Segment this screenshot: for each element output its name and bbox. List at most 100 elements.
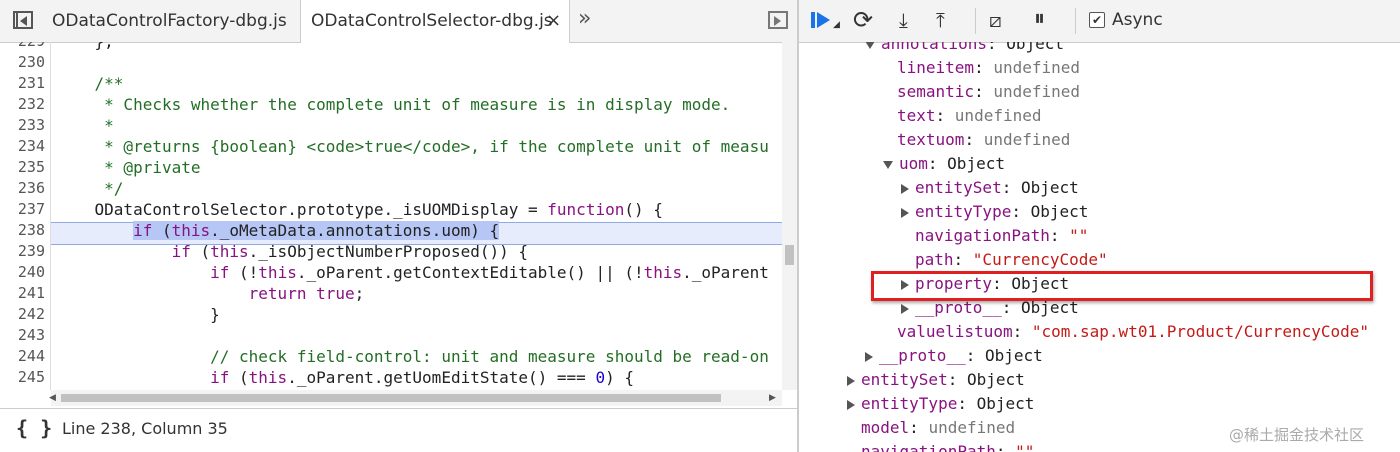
property-key: annotations (881, 42, 987, 53)
line-number[interactable]: 237 (0, 200, 45, 218)
scope-tree: annotations: Object lineitem: undefined se… (799, 42, 1400, 452)
expanded-arrow-icon[interactable] (883, 160, 893, 169)
property-key: lineitem (897, 58, 975, 77)
cursor-position: Line 238, Column 35 (62, 419, 228, 438)
scope-row-textuom: textuom: undefined (897, 130, 1071, 149)
line-number[interactable]: 239 (0, 242, 45, 260)
highlight-annotation (871, 271, 1373, 301)
scroll-right-icon[interactable]: ▶ (769, 393, 776, 403)
property-value: Object (984, 346, 1043, 365)
toolbar-separator (975, 8, 976, 34)
code-line: if (!this._oParent.getContextEditable() … (210, 263, 769, 282)
property-value: "CurrencyCode" (972, 250, 1108, 269)
collapsed-arrow-icon[interactable] (865, 351, 873, 362)
editor-tab-bar: ODataControlFactory-dbg.js ODataControlS… (0, 0, 797, 43)
line-number[interactable]: 242 (0, 305, 45, 323)
async-label: Async (1112, 10, 1163, 30)
line-number[interactable]: 236 (0, 179, 45, 197)
scope-row-annotations[interactable]: annotations: Object (865, 42, 1064, 53)
source-editor: ODataControlFactory-dbg.js ODataControlS… (0, 0, 797, 452)
property-value: Object (1020, 178, 1079, 197)
line-number[interactable]: 243 (0, 326, 45, 344)
collapsed-arrow-icon[interactable] (847, 399, 855, 410)
tab-odatacontrolselector[interactable]: ODataControlSelector-dbg.js × (300, 0, 570, 43)
line-number[interactable]: 232 (0, 95, 45, 113)
property-value: Object (966, 370, 1025, 389)
async-checkbox[interactable]: ✔ (1089, 12, 1105, 28)
property-value: Object (1030, 202, 1089, 221)
toggle-debugger-icon[interactable] (768, 11, 788, 29)
code-area[interactable]: 229 }; 230 231 /** 232 * Checks whether the… (0, 42, 797, 390)
scope-row-valuelistuom: valuelistuom: "com.sap.wt01.Product/Curr… (897, 322, 1370, 341)
line-number[interactable]: 234 (0, 137, 45, 155)
line-number[interactable]: 229 (0, 42, 45, 50)
property-value: undefined (993, 82, 1081, 101)
toggle-navigator-icon[interactable] (13, 11, 33, 29)
code-line: ODataControlSelector.prototype._isUOMDis… (56, 200, 663, 219)
line-number[interactable]: 235 (0, 158, 45, 176)
property-key: semantic (897, 82, 975, 101)
collapsed-arrow-icon[interactable] (901, 183, 909, 194)
property-key: entityType (861, 394, 958, 413)
step-into-icon[interactable]: ⤓ (899, 8, 908, 32)
property-value: Object (976, 394, 1035, 413)
property-value: "" (1015, 442, 1035, 452)
line-number[interactable]: 240 (0, 263, 45, 281)
pretty-print-icon[interactable]: { } (16, 416, 52, 440)
resume-options-icon[interactable]: ◢ (833, 20, 840, 30)
resume-icon[interactable] (811, 8, 835, 34)
scope-row-entitytype[interactable]: entityType: Object (901, 202, 1088, 221)
line-number[interactable]: 231 (0, 74, 45, 92)
scope-row-text: text: undefined (897, 106, 1042, 125)
line-number[interactable]: 246 (0, 389, 45, 390)
scope-row-entityset[interactable]: entitySet: Object (901, 178, 1079, 197)
scope-row-entityset[interactable]: entitySet: Object (847, 370, 1025, 389)
expanded-arrow-icon[interactable] (865, 42, 875, 49)
more-tabs-icon[interactable]: » (578, 6, 591, 31)
property-key: entitySet (915, 178, 1002, 197)
toolbar-separator (1075, 8, 1076, 34)
property-value: Object (1006, 42, 1065, 53)
collapsed-arrow-icon[interactable] (847, 375, 855, 386)
step-over-icon[interactable]: ⟳ (853, 6, 873, 34)
property-value: undefined (983, 130, 1071, 149)
scope-row-navigationpath: navigationPath: "" (915, 226, 1089, 245)
tab-odatacontrolfactory[interactable]: ODataControlFactory-dbg.js (52, 0, 287, 42)
code-line: // check field-control: unit and measure… (56, 347, 769, 366)
line-number[interactable]: 245 (0, 368, 45, 386)
scope-row-navigationpath: navigationPath: "" (847, 442, 1034, 452)
line-number[interactable]: 230 (0, 53, 45, 71)
code-line: if (this._isObjectNumberProposed()) { (171, 242, 529, 261)
scope-row-proto[interactable]: __proto__: Object (865, 346, 1043, 365)
collapsed-arrow-icon[interactable] (901, 207, 909, 218)
code-line: * (56, 116, 114, 135)
scrollbar-thumb[interactable] (785, 245, 794, 265)
deactivate-breakpoints-icon[interactable]: ⧄ (989, 8, 1002, 32)
scope-row-entitytype[interactable]: entityType: Object (847, 394, 1034, 413)
scope-row-path: path: "CurrencyCode" (915, 250, 1108, 269)
property-value: "" (1069, 226, 1089, 245)
line-number[interactable]: 241 (0, 284, 45, 302)
property-key: uom (899, 154, 928, 173)
property-key: navigationPath (915, 226, 1050, 245)
pause-on-exceptions-icon[interactable]: ⏸ (1034, 6, 1045, 31)
close-icon[interactable]: × (546, 0, 561, 42)
property-key: text (897, 106, 936, 125)
tab-label: ODataControlFactory-dbg.js (52, 11, 287, 31)
property-value: undefined (993, 58, 1081, 77)
scrollbar-thumb[interactable] (61, 394, 721, 402)
line-number[interactable]: 238 (0, 221, 45, 239)
line-number[interactable]: 244 (0, 347, 45, 365)
property-value: undefined (954, 106, 1042, 125)
code-line: * @private (56, 158, 201, 177)
line-number[interactable]: 233 (0, 116, 45, 134)
scroll-left-icon[interactable]: ◀ (49, 393, 56, 403)
collapsed-arrow-icon[interactable] (901, 303, 909, 314)
watermark: @稀土掘金技术社区 (1229, 426, 1365, 444)
code-line: } (56, 305, 220, 324)
scope-row-uom[interactable]: uom: Object (883, 154, 1005, 173)
property-key: valuelistuom (897, 322, 1013, 341)
step-out-icon[interactable]: ⤒ (936, 8, 945, 32)
vertical-scrollbar[interactable] (782, 42, 797, 390)
horizontal-scrollbar[interactable]: ◀ ▶ (49, 390, 782, 406)
